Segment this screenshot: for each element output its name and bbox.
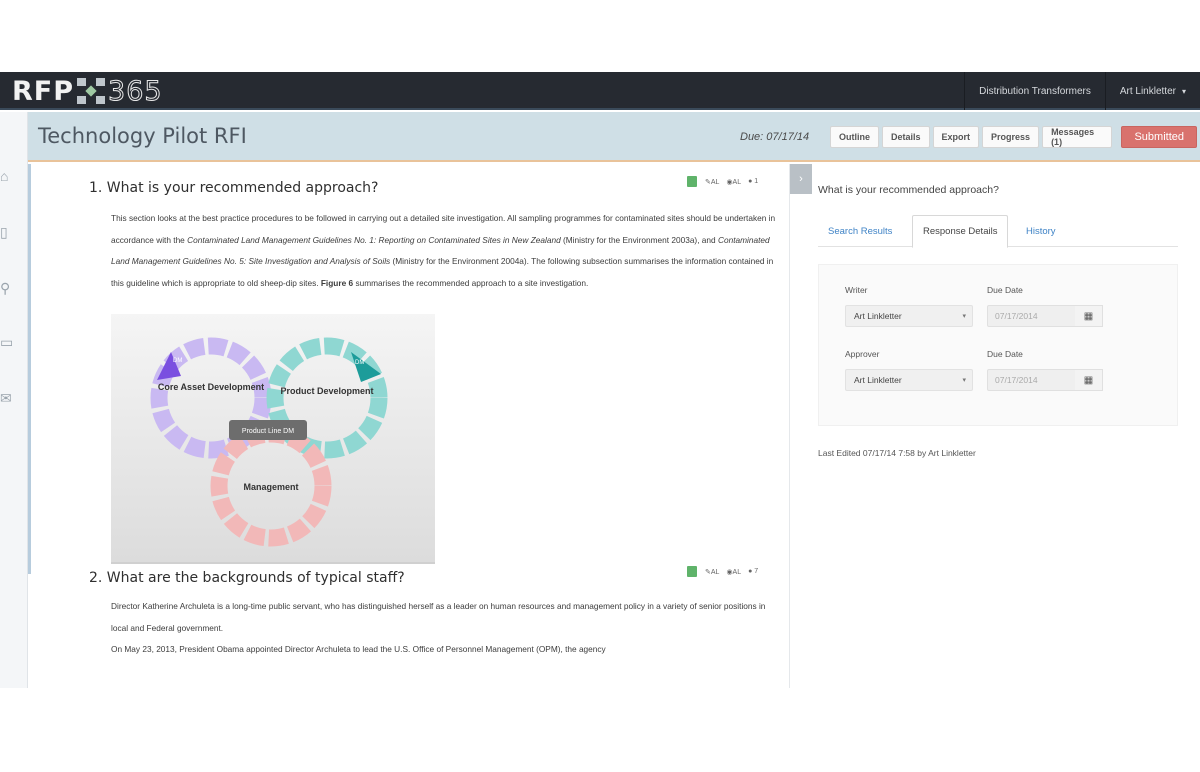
user-name: Art Linkletter [1119, 85, 1176, 97]
logo-text-left: RFP [12, 75, 75, 107]
assignment-card: Writer Art Linkletter ▾ Due Date 07/17/20… [818, 264, 1178, 426]
messages-button[interactable]: Messages (1) [1042, 126, 1113, 148]
card-icon[interactable]: ▭ [0, 334, 14, 350]
project-menu[interactable]: Distribution Transformers [964, 72, 1105, 110]
logo-text-right: 365 [108, 75, 163, 107]
panel-divider [789, 164, 790, 688]
approver-select[interactable]: Art Linkletter ▾ [845, 369, 973, 391]
calendar-icon[interactable]: ▦ [1075, 305, 1103, 327]
header-actions: Outline Details Export Progress Messages… [830, 126, 1200, 148]
outline-button[interactable]: Outline [830, 126, 879, 148]
app-window: RFP 365 Distribution Transformers Art Li… [0, 72, 1200, 688]
question-1-comments[interactable]: ● 1 [748, 178, 758, 185]
left-icon-rail: ⌂ ▯ ⚲ ▭ ✉ [0, 112, 28, 688]
progress-button[interactable]: Progress [982, 126, 1040, 148]
approver-due-input[interactable]: 07/17/2014 [987, 369, 1077, 391]
comment-icon: ● [748, 568, 753, 575]
calendar-icon[interactable]: ▦ [1075, 369, 1103, 391]
question-2-tools: ✎AL ◉AL ● 7 [687, 566, 765, 577]
app-logo[interactable]: RFP 365 [12, 75, 163, 107]
writer-due-input[interactable]: 07/17/2014 [987, 305, 1077, 327]
details-button[interactable]: Details [882, 126, 930, 148]
search-icon[interactable]: ⚲ [0, 280, 14, 296]
question-1-title[interactable]: 1. What is your recommended approach? [89, 180, 378, 196]
writer-due-label: Due Date [987, 285, 1023, 295]
center-badge-label: Product Line DM [242, 428, 294, 435]
complete-check-icon[interactable] [687, 566, 697, 577]
cycle-label-product: Product Development [280, 386, 373, 396]
panel-question-title: What is your recommended approach? [818, 184, 999, 196]
tab-response-details[interactable]: Response Details [912, 215, 1009, 248]
answer-paragraph: Director Katherine Archuleta is a long-t… [111, 601, 766, 633]
chevron-down-icon: ▾ [962, 377, 966, 384]
comment-icon: ● [748, 178, 753, 185]
question-1-view[interactable]: ◉AL [726, 178, 741, 186]
cycle-label-management: Management [243, 482, 298, 492]
approver-due-label: Due Date [987, 349, 1023, 359]
tab-search-results[interactable]: Search Results [818, 215, 902, 247]
submitted-button[interactable]: Submitted [1121, 126, 1197, 148]
document-icon[interactable]: ▯ [0, 224, 14, 240]
complete-check-icon[interactable] [687, 176, 697, 187]
writer-select[interactable]: Art Linkletter ▾ [845, 305, 973, 327]
page-header: Technology Pilot RFI Due: 07/17/14 Outli… [28, 112, 1200, 162]
mail-icon[interactable]: ✉ [0, 390, 14, 406]
cycle-diagram: DM DM Core Asset Development Product Dev… [150, 337, 388, 547]
question-2-comments[interactable]: ● 7 [748, 568, 758, 575]
page-title: Technology Pilot RFI [38, 124, 247, 148]
due-date: Due: 07/17/14 [740, 131, 810, 143]
chevron-right-icon: › [799, 173, 803, 185]
figure-6-diagram: DM DM Core Asset Development Product Dev… [111, 314, 435, 564]
question-1-edit[interactable]: ✎AL [705, 178, 719, 186]
question-1-answer[interactable]: This section looks at the best practice … [111, 208, 781, 294]
question-2-answer[interactable]: Director Katherine Archuleta is a long-t… [111, 596, 781, 661]
collapse-panel-button[interactable]: › [790, 164, 812, 194]
question-2-title[interactable]: 2. What are the backgrounds of typical s… [89, 570, 405, 586]
last-edited: Last Edited 07/17/14 7:58 by Art Linklet… [818, 448, 976, 458]
home-icon[interactable]: ⌂ [0, 168, 14, 184]
logo-mark-icon [77, 78, 106, 104]
writer-label: Writer [845, 285, 868, 295]
question-2-edit[interactable]: ✎AL [705, 568, 719, 576]
chevron-down-icon: ▾ [962, 313, 966, 320]
dm-tag-2: DM [355, 360, 364, 366]
dm-tag-1: DM [173, 358, 182, 364]
question-list: 1. What is your recommended approach? ✎A… [31, 164, 789, 688]
approver-label: Approver [845, 349, 880, 359]
user-menu[interactable]: Art Linkletter ▾ [1104, 72, 1200, 110]
tab-history[interactable]: History [1016, 215, 1066, 247]
top-navbar: RFP 365 Distribution Transformers Art Li… [0, 72, 1200, 110]
caret-down-icon: ▾ [1181, 86, 1186, 96]
answer-paragraph: On May 23, 2013, President Obama appoint… [111, 644, 606, 654]
question-2-view[interactable]: ◉AL [726, 568, 741, 576]
export-button[interactable]: Export [932, 126, 980, 148]
panel-tabs: Search Results Response Details History [818, 215, 1178, 248]
question-1-tools: ✎AL ◉AL ● 1 [687, 176, 765, 187]
cycle-label-core: Core Asset Development [158, 382, 264, 392]
